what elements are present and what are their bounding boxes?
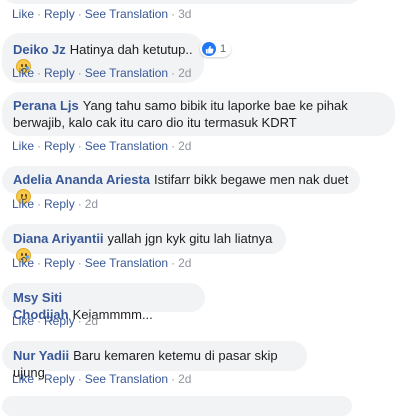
comment-actions: Like · Reply · 2d <box>12 197 99 211</box>
comment-text: Istifarr bikk begawe men nak duet <box>154 172 349 187</box>
comment-time[interactable]: 2d <box>178 139 191 153</box>
see-translation-link[interactable]: See Translation <box>85 139 168 153</box>
reply-link[interactable]: Reply <box>44 66 75 80</box>
reaction-count: 1 <box>220 43 227 55</box>
like-link[interactable]: Like <box>12 66 34 80</box>
comment-author[interactable]: Perana Ljs <box>13 98 79 113</box>
like-link[interactable]: Like <box>12 314 34 328</box>
comment-bubble: Msy Siti Chodijah Kejammmm... <box>2 283 205 322</box>
comment-bubble: Diana Ariyantii yallah jgn kyk gitu lah l… <box>2 224 286 263</box>
comment-time[interactable]: 2d <box>178 256 191 270</box>
comment-time[interactable]: 2d <box>178 372 191 386</box>
comment-author[interactable]: Nur Yadii <box>13 348 69 363</box>
comment-time[interactable]: 2d <box>85 197 98 211</box>
comment-text: Hatinya dah ketutup.. <box>69 42 193 57</box>
like-link[interactable]: Like <box>12 7 34 21</box>
like-link[interactable]: Like <box>12 139 34 153</box>
comment-actions: Like · Reply · See Translation · 2d <box>12 66 192 80</box>
reply-link[interactable]: Reply <box>44 7 75 21</box>
comment-actions: Like · Reply · See Translation · 2d <box>12 256 192 270</box>
comment-time[interactable]: 2d <box>85 314 98 328</box>
reply-link[interactable]: Reply <box>44 256 75 270</box>
comment-actions: Like · Reply · See Translation · 3d <box>12 7 192 21</box>
comment-time[interactable]: 3d <box>178 7 191 21</box>
like-link[interactable]: Like <box>12 197 34 211</box>
comment-bubble-partial <box>2 0 362 4</box>
like-link[interactable]: Like <box>12 256 34 270</box>
comment-time[interactable]: 2d <box>178 66 191 80</box>
comment-actions: Like · Reply · See Translation · 2d <box>12 372 192 386</box>
comment-author[interactable]: Diana Ariyantii <box>13 231 104 246</box>
see-translation-link[interactable]: See Translation <box>85 7 168 21</box>
comment-actions: Like · Reply · 2d <box>12 314 99 328</box>
reply-link[interactable]: Reply <box>44 139 75 153</box>
comment-bubble-partial <box>2 396 352 416</box>
comment-text: yallah jgn kyk gitu lah liatnya <box>107 231 273 246</box>
like-link[interactable]: Like <box>12 372 34 386</box>
see-translation-link[interactable]: See Translation <box>85 256 168 270</box>
see-translation-link[interactable]: See Translation <box>85 66 168 80</box>
reply-link[interactable]: Reply <box>44 197 75 211</box>
comment-bubble: Nur Yadii Baru kemaren ketemu di pasar sk… <box>2 341 307 380</box>
reply-link[interactable]: Reply <box>44 314 75 328</box>
comment-bubble: Perana Ljs Yang tahu samo bibik itu lapor… <box>2 92 395 136</box>
comment-author[interactable]: Deiko Jz <box>13 42 66 57</box>
reply-link[interactable]: Reply <box>44 372 75 386</box>
see-translation-link[interactable]: See Translation <box>85 372 168 386</box>
comment-bubble: Adelia Ananda Ariesta Istifarr bikk begaw… <box>2 166 360 204</box>
reaction-badge[interactable]: 1 <box>200 41 232 57</box>
comment-author[interactable]: Adelia Ananda Ariesta <box>13 172 150 187</box>
comment-actions: Like · Reply · See Translation · 2d <box>12 139 192 153</box>
thumbs-up-icon <box>202 42 216 56</box>
